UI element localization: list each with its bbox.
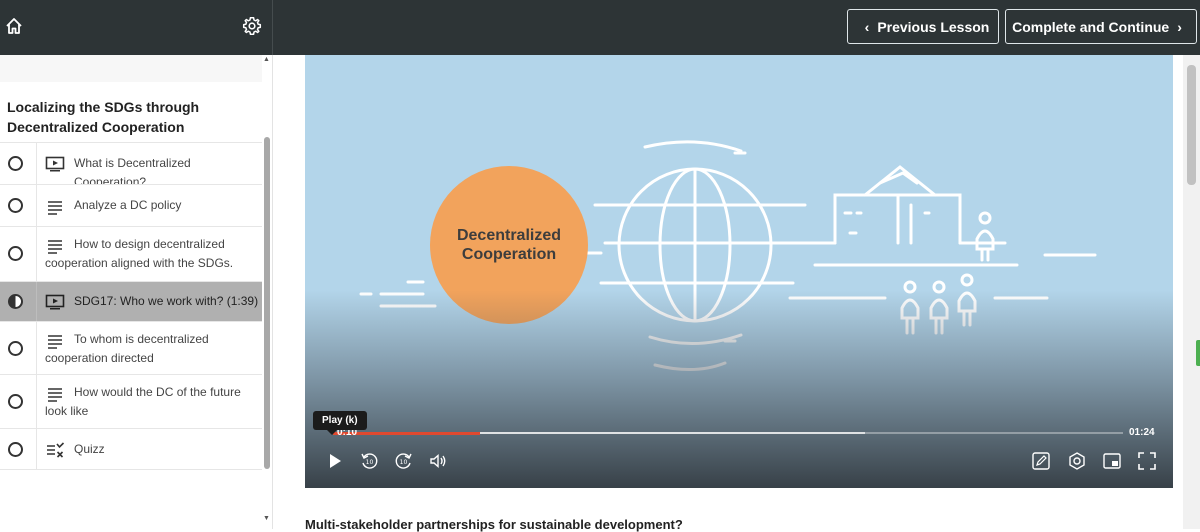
chapter-title: Localizing the SDGs through Decentralize… (7, 99, 200, 135)
section-heading: Multi-stakeholder partnerships for susta… (305, 517, 683, 532)
chevron-left-icon: ‹ (864, 18, 870, 35)
lesson-item[interactable]: To whom is decentralized cooperation dir… (0, 321, 264, 374)
svg-text:10: 10 (400, 459, 408, 466)
play-tooltip: Play (k) (313, 411, 367, 435)
lesson-status-radio[interactable] (8, 341, 23, 356)
video-player[interactable]: Decentralized Cooperation 0:10 01:24 Pla… (305, 55, 1173, 488)
quiz-icon (47, 442, 65, 458)
page-scroll-thumb[interactable] (1187, 65, 1196, 185)
lesson-status-radio[interactable] (8, 156, 23, 171)
lesson-status-radio[interactable] (8, 294, 23, 309)
lesson-status-radio[interactable] (8, 246, 23, 261)
lesson-label: How to design decentralized cooperation … (45, 237, 234, 270)
text-icon (48, 201, 62, 215)
notes-icon[interactable] (1031, 451, 1051, 471)
lesson-label: SDG17: Who we work with? (1:39) (74, 294, 259, 308)
lesson-main: Decentralized Cooperation 0:10 01:24 Pla… (274, 55, 1200, 532)
volume-icon[interactable] (428, 451, 448, 471)
video-icon (45, 294, 65, 310)
lesson-item[interactable]: What is Decentralized Cooperation? (0, 142, 264, 189)
lesson-item[interactable]: How to design decentralized cooperation … (0, 226, 264, 281)
feedback-tab[interactable] (1196, 340, 1200, 366)
previous-lesson-label: Previous Lesson (877, 18, 990, 35)
slide-title-line2: Cooperation (461, 246, 557, 263)
previous-lesson-button[interactable]: ‹ Previous Lesson (847, 9, 999, 44)
lesson-label: Analyze a DC policy (74, 198, 182, 212)
gear-icon[interactable] (242, 16, 262, 36)
lesson-label: How would the DC of the future look like (45, 385, 241, 418)
lesson-item[interactable]: Analyze a DC policy (0, 184, 264, 226)
lesson-status-radio[interactable] (8, 394, 23, 409)
svg-text:10: 10 (366, 459, 374, 466)
sidebar-header (0, 0, 273, 55)
lesson-status-radio[interactable] (8, 198, 23, 213)
picture-in-picture-icon[interactable] (1102, 451, 1122, 471)
chevron-right-icon: › (1177, 18, 1182, 35)
play-icon[interactable] (325, 451, 345, 471)
forward-10-icon[interactable]: 10 (394, 451, 414, 471)
scroll-up-arrow-icon[interactable]: ▲ (263, 56, 270, 63)
scroll-down-arrow-icon[interactable]: ▼ (263, 515, 270, 522)
lesson-status-radio[interactable] (8, 442, 23, 457)
slide-title-line1: Decentralized (456, 227, 562, 244)
complete-and-continue-button[interactable]: Complete and Continue › (1005, 9, 1197, 44)
slide-title: Decentralized Cooperation (429, 226, 589, 264)
fullscreen-icon[interactable] (1137, 451, 1157, 471)
lesson-label: Quizz (74, 442, 105, 456)
lesson-item[interactable]: Quizz (0, 428, 264, 470)
previous-section-strip (0, 55, 262, 82)
settings-icon[interactable] (1067, 451, 1087, 471)
course-sidebar: Localizing the SDGs through Decentralize… (0, 55, 273, 529)
duration: 01:24 (1129, 427, 1155, 438)
complete-and-continue-label: Complete and Continue (1012, 18, 1170, 35)
rewind-10-icon[interactable]: 10 (359, 451, 379, 471)
page-scrollbar[interactable] (1183, 55, 1200, 529)
lesson-item-active[interactable]: SDG17: Who we work with? (1:39) (0, 281, 264, 321)
home-icon[interactable] (4, 16, 24, 36)
lesson-item[interactable]: How would the DC of the future look like (0, 374, 264, 428)
lesson-label: To whom is decentralized cooperation dir… (45, 332, 209, 365)
sidebar-scroll-thumb[interactable] (264, 137, 270, 469)
video-icon (45, 156, 65, 172)
